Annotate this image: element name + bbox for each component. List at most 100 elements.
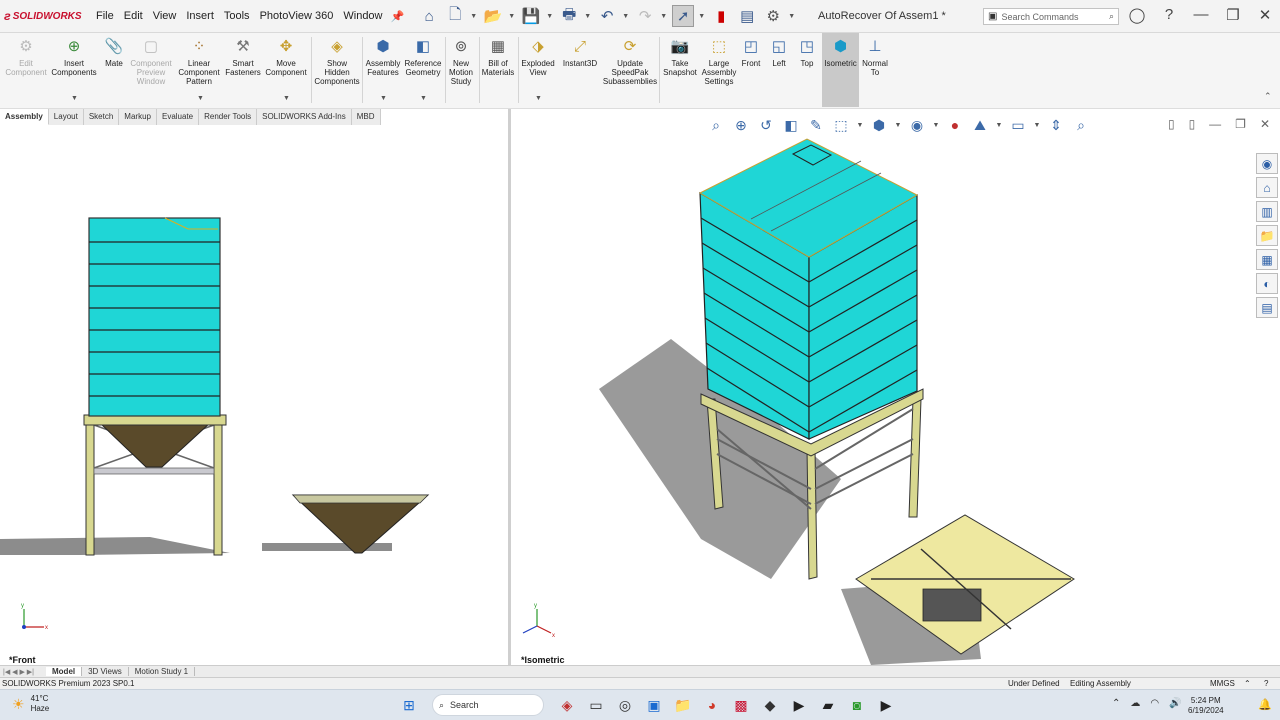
assembly-features-button[interactable]: ⬢ Assembly Features [365,36,401,78]
tab-layout[interactable]: Layout [48,109,84,125]
menu-tools[interactable]: Tools [224,10,250,22]
new-document-icon[interactable]: 🗋 [444,5,466,27]
reference-geometry-button[interactable]: ◧ Reference Geometry [403,36,443,78]
show-hidden-components-button[interactable]: ◈ Show Hidden Components [314,36,360,87]
insert-components-button[interactable]: ⊕ Insert Components [50,36,98,78]
widget-news-icon[interactable]: ◈ [555,693,579,717]
chevron-up-icon[interactable]: ⌃ [1244,679,1251,688]
solidworks-logo[interactable]: ƨ SOLIDWORKS [0,9,88,23]
collapse-ribbon-icon[interactable]: ⌃ [1264,91,1272,102]
normal-to-button[interactable]: ⊥ Normal To [861,36,889,78]
update-speedpak-button[interactable]: ⟳ Update SpeedPak Subassemblies [602,36,658,87]
weather-widget[interactable]: ☀ 41°C Haze [12,694,49,714]
task-view-icon[interactable]: ▭ [584,693,608,717]
unit-system[interactable]: MMGS [1210,679,1235,688]
move-component-button[interactable]: ✥ Move Component [264,36,308,78]
menu-view[interactable]: View [153,10,177,22]
tab-assembly[interactable]: Assembly [0,109,49,125]
rebuild-traffic-light-icon[interactable]: ▮ [710,5,732,27]
view-top-button[interactable]: ◳ Top [796,36,818,69]
tab-evaluate[interactable]: Evaluate [156,109,200,125]
isometric-viewport[interactable]: ⌕ ⊕ ↺ ◧ ✎ ⬚ ▼ ⬢ ▼ ◉ ▼ ● ⛰ ▼ ▭ ▼ ⇕ ⌕ ▯ ▯ — ❐ ✕… [511,109,1280,665]
chevron-down-icon[interactable]: ▼ [197,95,204,102]
view-left-button[interactable]: ◱ Left [768,36,790,69]
chevron-down-icon[interactable]: ▼ [622,13,630,20]
file-explorer-icon[interactable]: 📁 [671,693,695,717]
wifi-icon[interactable]: ◠ [1150,698,1159,709]
epic-games-icon[interactable]: ▰ [816,693,840,717]
tab-add-ins[interactable]: SOLIDWORKS Add-Ins [257,109,352,125]
nvidia-icon[interactable]: ◙ [845,693,869,717]
linear-pattern-button[interactable]: ⁘ Linear Component Pattern [176,36,222,87]
chevron-down-icon[interactable]: ▼ [71,95,78,102]
help-icon[interactable]: ? [1158,6,1180,24]
menu-edit[interactable]: Edit [124,10,143,22]
taskbar-search[interactable]: ⌕ Search [432,694,544,716]
close-icon[interactable]: ✕ [1254,6,1276,24]
media-app-icon[interactable]: ▶ [874,693,898,717]
chevron-down-icon[interactable]: ▼ [535,95,542,102]
front-viewport[interactable]: x y *Front [0,125,508,665]
print-icon[interactable]: 🖶 [558,5,580,27]
take-snapshot-button[interactable]: 📷 Take Snapshot [662,36,698,78]
user-account-icon[interactable]: ◯ [1126,6,1148,24]
bill-of-materials-button[interactable]: ▦ Bill of Materials [481,36,515,78]
mate-button[interactable]: 📎 Mate [102,36,126,69]
app-icon[interactable]: ◎ [613,693,637,717]
quick-tips-icon[interactable]: ? [1264,679,1268,688]
tab-motion-study[interactable]: Motion Study 1 [129,667,196,676]
chevron-down-icon[interactable]: ▼ [420,95,427,102]
tab-3d-views[interactable]: 3D Views [82,667,129,676]
tab-markup[interactable]: Markup [119,109,157,125]
chevron-down-icon[interactable]: ▼ [546,13,554,20]
volume-icon[interactable]: 🔊 [1169,698,1181,709]
alien-app-icon[interactable]: ◆ [758,693,782,717]
chevron-down-icon[interactable]: ▼ [698,13,706,20]
edit-component-button[interactable]: ⚙ Edit Component [4,36,48,78]
tab-sketch[interactable]: Sketch [83,109,120,125]
minimize-icon[interactable]: — [1190,6,1212,24]
select-cursor-icon[interactable]: ➚ [672,5,695,27]
exploded-view-button[interactable]: ⬗ Exploded View [520,36,556,78]
terminal-icon[interactable]: ▶ [787,693,811,717]
chevron-down-icon[interactable]: ▼ [788,13,796,20]
component-preview-button[interactable]: ▢ Component Preview Window [128,36,174,87]
new-motion-study-button[interactable]: ⊚ New Motion Study [447,36,475,87]
menu-window[interactable]: Window [343,10,382,22]
chevron-down-icon[interactable]: ▼ [470,13,478,20]
windows-start-icon[interactable]: ⊞ [397,693,421,717]
redo-icon[interactable]: ↷ [634,5,656,27]
open-icon[interactable]: 📂 [482,5,504,27]
solidworks-taskbar-icon[interactable]: ▩ [729,693,753,717]
onedrive-icon[interactable]: ☁ [1130,698,1140,709]
file-properties-icon[interactable]: ▤ [736,5,758,27]
tab-mbd[interactable]: MBD [351,109,381,125]
search-commands-input[interactable]: ▣ Search Commands ⌕ [983,8,1119,25]
tab-scroll-arrows[interactable]: |◀ ◀ ▶ ▶| [0,668,46,676]
options-gear-icon[interactable]: ⚙ [762,5,784,27]
smart-fasteners-button[interactable]: ⚒ Smart Fasteners [224,36,262,78]
search-icon[interactable]: ⌕ [1109,11,1114,22]
store-icon[interactable]: ▣ [642,693,666,717]
view-isometric-button[interactable]: ⬢ Isometric [822,33,859,107]
tab-model[interactable]: Model [46,667,83,676]
view-front-button[interactable]: ◰ Front [740,36,762,69]
chevron-up-icon[interactable]: ⌃ [1112,698,1120,709]
undo-icon[interactable]: ↶ [596,5,618,27]
pin-icon[interactable]: 📌 [391,10,405,23]
notification-bell-icon[interactable]: 🔔 [1258,698,1272,711]
save-icon[interactable]: 💾 [520,5,542,27]
large-assembly-settings-button[interactable]: ⬚ Large Assembly Settings [700,36,738,87]
chevron-down-icon[interactable]: ▼ [660,13,668,20]
chevron-down-icon[interactable]: ▼ [584,13,592,20]
chevron-down-icon[interactable]: ▼ [508,13,516,20]
menu-file[interactable]: File [96,10,114,22]
menu-insert[interactable]: Insert [186,10,214,22]
chrome-icon[interactable]: ◕ [700,693,724,717]
menu-photoview[interactable]: PhotoView 360 [260,10,334,22]
home-icon[interactable]: ⌂ [418,5,440,27]
instant3d-button[interactable]: ⤢ Instant3D [561,36,599,69]
tab-render-tools[interactable]: Render Tools [199,109,258,125]
chevron-down-icon[interactable]: ▼ [283,95,290,102]
chevron-down-icon[interactable]: ▼ [380,95,387,102]
